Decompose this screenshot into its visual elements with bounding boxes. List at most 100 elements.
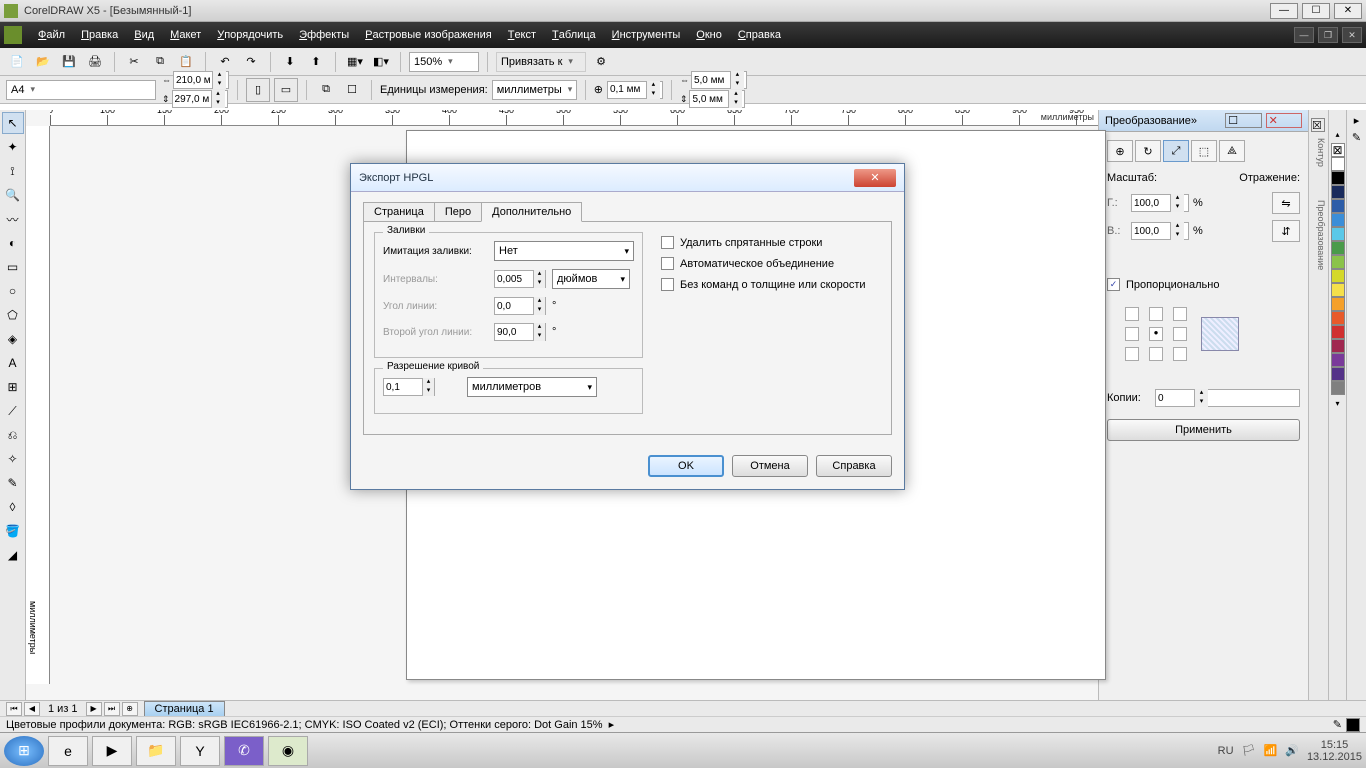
apply-button[interactable]: Применить xyxy=(1107,419,1300,441)
first-page-button[interactable]: ⏮ xyxy=(6,702,22,716)
color-swatch[interactable] xyxy=(1331,269,1345,283)
menu-эффекты[interactable]: Эффекты xyxy=(291,29,357,41)
mdi-close-button[interactable]: ✕ xyxy=(1342,27,1362,43)
curve-unit-select[interactable]: миллиметров xyxy=(467,377,597,397)
color-swatch[interactable] xyxy=(1331,185,1345,199)
zoom-combo[interactable]: 150% xyxy=(409,52,479,72)
menu-файл[interactable]: Файл xyxy=(30,29,73,41)
undock-icon[interactable]: ☐ xyxy=(1225,113,1261,128)
profiles-arrow-icon[interactable]: ▸ xyxy=(609,718,615,731)
save-button[interactable]: 💾 xyxy=(58,51,80,73)
menu-вид[interactable]: Вид xyxy=(126,29,162,41)
welcome-button[interactable]: ◧▾ xyxy=(370,51,392,73)
fill-tool[interactable]: 🪣 xyxy=(2,520,24,542)
menu-справка[interactable]: Справка xyxy=(730,29,789,41)
angle-input[interactable]: ▴▾ xyxy=(494,297,546,315)
import-button[interactable]: ⬇ xyxy=(279,51,301,73)
help-button[interactable]: Справка xyxy=(816,455,892,477)
units-combo[interactable]: миллиметры xyxy=(492,80,577,100)
arrow-icon[interactable]: ▸ xyxy=(1354,114,1360,127)
last-page-button[interactable]: ⏭ xyxy=(104,702,120,716)
duplicate-y-input[interactable]: ▴▾ xyxy=(689,90,745,108)
horizontal-ruler[interactable]: 5010015020025030035040045050055060065070… xyxy=(50,110,1098,126)
mdi-minimize-button[interactable]: — xyxy=(1294,27,1314,43)
tab-pen[interactable]: Перо xyxy=(434,202,482,222)
tab-page[interactable]: Страница xyxy=(363,202,435,222)
scale-h-input[interactable]: ▴▾ xyxy=(1131,194,1189,212)
menu-окно[interactable]: Окно xyxy=(688,29,730,41)
mirror-h-button[interactable]: ⇋ xyxy=(1272,192,1300,214)
outline-tool[interactable]: ◊ xyxy=(2,496,24,518)
color-swatch[interactable] xyxy=(1331,297,1345,311)
color-swatch[interactable] xyxy=(1331,199,1345,213)
color-swatch[interactable] xyxy=(1331,381,1345,395)
color-swatch[interactable] xyxy=(1331,255,1345,269)
cancel-button[interactable]: Отмена xyxy=(732,455,808,477)
landscape-button[interactable]: ▭ xyxy=(274,78,298,102)
export-button[interactable]: ⬆ xyxy=(305,51,327,73)
scale-tab-button[interactable]: ⤢ xyxy=(1163,140,1189,162)
outline-color-indicator[interactable] xyxy=(1346,718,1360,732)
prev-page-button[interactable]: ◀ xyxy=(24,702,40,716)
color-swatch[interactable] xyxy=(1331,325,1345,339)
color-swatch[interactable] xyxy=(1331,157,1345,171)
color-swatch[interactable] xyxy=(1331,171,1345,185)
table-tool[interactable]: ⊞ xyxy=(2,376,24,398)
cut-button[interactable]: ✂ xyxy=(123,51,145,73)
close-button[interactable]: ✕ xyxy=(1334,3,1362,19)
skew-tab-button[interactable]: ⟁ xyxy=(1219,140,1245,162)
position-tab-button[interactable]: ⊕ xyxy=(1107,140,1133,162)
eyedropper-icon[interactable]: ✎ xyxy=(1352,131,1361,144)
mirror-v-button[interactable]: ⇵ xyxy=(1272,220,1300,242)
tab-outline[interactable]: Контур xyxy=(1316,138,1326,167)
page-height-input[interactable]: ▴▾ xyxy=(172,90,228,108)
snap-combo[interactable]: Привязать к xyxy=(496,52,586,72)
connector-tool[interactable]: ⎌ xyxy=(2,424,24,446)
color-swatch[interactable] xyxy=(1331,227,1345,241)
page-tab[interactable]: Страница 1 xyxy=(144,701,225,717)
text-tool[interactable]: A xyxy=(2,352,24,374)
palette-down-icon[interactable]: ▾ xyxy=(1335,399,1339,408)
close-docker-icon[interactable]: ✕ xyxy=(1266,113,1302,128)
options-button[interactable]: ⚙ xyxy=(590,51,612,73)
new-button[interactable]: 📄 xyxy=(6,51,28,73)
palette-up-icon[interactable]: ▴ xyxy=(1335,130,1339,139)
crop-tool[interactable]: ⟟ xyxy=(2,160,24,182)
tray-network-icon[interactable]: 📶 xyxy=(1264,744,1278,757)
eyedropper-tool[interactable]: ✎ xyxy=(2,472,24,494)
x-icon[interactable]: ☒ xyxy=(1311,118,1325,132)
dialog-titlebar[interactable]: Экспорт HPGL ✕ xyxy=(351,164,904,192)
curve-res-input[interactable]: ▴▾ xyxy=(383,378,435,396)
task-media[interactable]: ▶ xyxy=(92,736,132,766)
paper-size-combo[interactable]: A4 xyxy=(6,80,156,100)
interactive-fill-tool[interactable]: ◢ xyxy=(2,544,24,566)
interactive-tool[interactable]: ✧ xyxy=(2,448,24,470)
dimension-tool[interactable]: ⟋ xyxy=(2,400,24,422)
color-swatch[interactable] xyxy=(1331,339,1345,353)
color-swatch[interactable] xyxy=(1331,311,1345,325)
menu-растровые изображения[interactable]: Растровые изображения xyxy=(357,29,500,41)
scale-v-input[interactable]: ▴▾ xyxy=(1131,222,1189,240)
size-tab-button[interactable]: ⬚ xyxy=(1191,140,1217,162)
anchor-grid[interactable] xyxy=(1125,307,1191,361)
rotate-tab-button[interactable]: ↻ xyxy=(1135,140,1161,162)
freehand-tool[interactable]: 〰 xyxy=(2,208,24,230)
task-viber[interactable]: ✆ xyxy=(224,736,264,766)
current-page-button[interactable]: ☐ xyxy=(341,79,363,101)
menu-упорядочить[interactable]: Упорядочить xyxy=(209,29,291,41)
color-swatch[interactable] xyxy=(1331,367,1345,381)
all-pages-button[interactable]: ⧉ xyxy=(315,79,337,101)
dialog-close-button[interactable]: ✕ xyxy=(854,169,896,187)
tray-flag-icon[interactable]: 🏳 xyxy=(1242,744,1256,757)
open-button[interactable]: 📂 xyxy=(32,51,54,73)
interval-unit-select[interactable]: дюймов xyxy=(552,269,630,289)
menu-правка[interactable]: Правка xyxy=(73,29,126,41)
redo-button[interactable]: ↷ xyxy=(240,51,262,73)
auto-merge-checkbox[interactable] xyxy=(661,257,674,270)
rectangle-tool[interactable]: ▭ xyxy=(2,256,24,278)
color-swatch[interactable] xyxy=(1331,241,1345,255)
zoom-tool[interactable]: 🔍 xyxy=(2,184,24,206)
start-button[interactable]: ⊞ xyxy=(4,736,44,766)
shape-tool[interactable]: ✦ xyxy=(2,136,24,158)
menu-макет[interactable]: Макет xyxy=(162,29,209,41)
